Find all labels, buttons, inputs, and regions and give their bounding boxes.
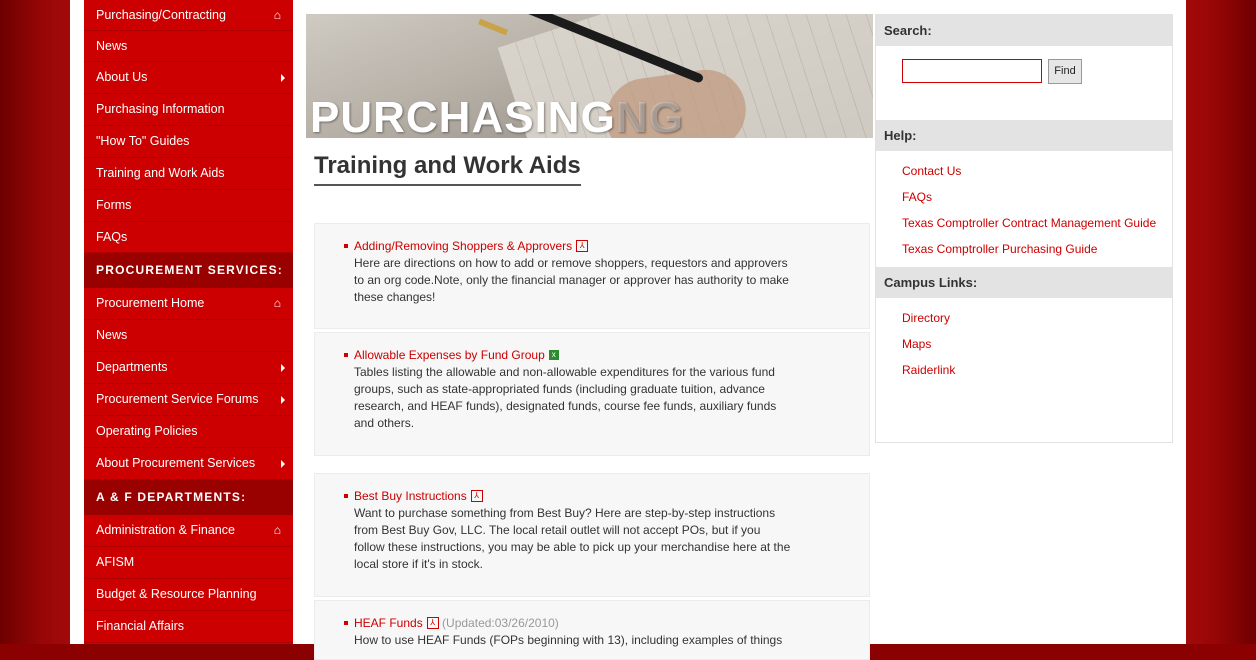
item-title-row: Best Buy Instructions ⅄ xyxy=(344,488,851,505)
sidebar-item-purchasing-contracting[interactable]: Purchasing/Contracting ⌂ xyxy=(84,0,293,31)
sidebar-item-procurement-service-forums[interactable]: Procurement Service Forums xyxy=(84,384,293,416)
sidebar-item-label: About Us xyxy=(96,70,148,84)
pdf-icon[interactable]: ⅄ xyxy=(576,239,589,252)
left-sidebar-nav: Purchasing/Contracting ⌂ News About Us P… xyxy=(84,0,293,644)
help-header: Help: xyxy=(876,120,1172,151)
sidebar-item-training-and-work-aids[interactable]: Training and Work Aids xyxy=(84,158,293,190)
sidebar-item-label: Financial Affairs xyxy=(96,619,185,633)
item-link-allowable-expenses[interactable]: Allowable Expenses by Fund Group xyxy=(354,348,545,362)
page-background-right xyxy=(1186,0,1256,644)
help-links: Contact Us FAQs Texas Comptroller Contra… xyxy=(876,151,1172,267)
item-link-adding-removing-shoppers[interactable]: Adding/Removing Shoppers & Approvers xyxy=(354,239,572,253)
sidebar-item-procurement-news[interactable]: News xyxy=(84,320,293,352)
campus-link-maps[interactable]: Maps xyxy=(876,332,1172,358)
sidebar-item-label: Operating Policies xyxy=(96,424,198,438)
sidebar-item-label: Procurement Service Forums xyxy=(96,392,259,406)
sidebar-item-operating-policies[interactable]: Operating Policies xyxy=(84,416,293,448)
pen-tip-graphic xyxy=(477,18,509,36)
campus-links-header: Campus Links: xyxy=(876,267,1172,298)
item-title-row: Adding/Removing Shoppers & Approvers ⅄ xyxy=(344,238,851,255)
page-title: Training and Work Aids xyxy=(314,152,581,186)
help-link-contact-us[interactable]: Contact Us xyxy=(876,159,1172,185)
home-icon: ⌂ xyxy=(273,296,281,310)
bullet-icon xyxy=(344,352,348,357)
sidebar-item-label: Budget & Resource Planning xyxy=(96,587,257,601)
item-title-row: HEAF Funds ⅄ (Updated:03/26/2010) xyxy=(344,615,851,632)
sidebar-item-label: Administration & Finance xyxy=(96,523,235,537)
help-link-purchasing-guide[interactable]: Texas Comptroller Purchasing Guide xyxy=(876,237,1172,263)
excel-icon[interactable]: x xyxy=(548,349,559,360)
sidebar-item-about-us[interactable]: About Us xyxy=(84,62,293,94)
sidebar-item-label: AFISM xyxy=(96,555,135,569)
sidebar-item-procurement-home[interactable]: Procurement Home ⌂ xyxy=(84,288,293,320)
pdf-icon[interactable]: ⅄ xyxy=(426,616,439,629)
bullet-icon xyxy=(344,243,348,248)
sidebar-item-financial-affairs[interactable]: Financial Affairs xyxy=(84,611,293,643)
home-icon: ⌂ xyxy=(273,8,281,22)
search-area: Find xyxy=(876,46,1172,120)
banner-title: PURCHASINGNG xyxy=(310,93,684,138)
sidebar-item-afism[interactable]: AFISM xyxy=(84,547,293,579)
sidebar-item-label: Purchasing Information xyxy=(96,102,225,116)
sidebar-item-budget-resource-planning[interactable]: Budget & Resource Planning xyxy=(84,579,293,611)
help-link-faqs[interactable]: FAQs xyxy=(876,185,1172,211)
list-item: Allowable Expenses by Fund Group x Tables… xyxy=(314,332,870,456)
sidebar-item-departments[interactable]: Departments xyxy=(84,352,293,384)
sidebar-item-label: FAQs xyxy=(96,230,128,244)
sidebar-item-faqs[interactable]: FAQs xyxy=(84,222,293,253)
sidebar-item-label: News xyxy=(96,39,128,53)
sidebar-item-administration-finance[interactable]: Administration & Finance ⌂ xyxy=(84,515,293,547)
search-find-button[interactable]: Find xyxy=(1048,59,1082,84)
campus-link-raiderlink[interactable]: Raiderlink xyxy=(876,358,1172,384)
sidebar-item-label: Forms xyxy=(96,198,132,212)
sidebar-item-label: Procurement Home xyxy=(96,296,205,310)
sidebar-item-how-to-guides[interactable]: "How To" Guides xyxy=(84,126,293,158)
sidebar-item-label: About Procurement Services xyxy=(96,456,256,470)
item-description: Want to purchase something from Best Buy… xyxy=(354,506,791,571)
sidebar-item-label: Purchasing/Contracting xyxy=(96,8,226,22)
sidebar-item-news[interactable]: News xyxy=(84,31,293,62)
sidebar-header-af-departments: A & F DEPARTMENTS: xyxy=(84,480,293,515)
right-sidebar: Search: Find Help: Contact Us FAQs Texas… xyxy=(875,14,1173,443)
sidebar-item-label: News xyxy=(96,328,128,342)
list-item: Adding/Removing Shoppers & Approvers ⅄ He… xyxy=(314,223,870,329)
home-icon: ⌂ xyxy=(273,523,281,537)
bullet-icon xyxy=(344,493,348,498)
bullet-icon xyxy=(344,620,348,625)
list-item: HEAF Funds ⅄ (Updated:03/26/2010) How to … xyxy=(314,600,870,660)
page-background-left xyxy=(0,0,70,644)
campus-links: Directory Maps Raiderlink xyxy=(876,298,1172,384)
help-link-contract-management-guide[interactable]: Texas Comptroller Contract Management Gu… xyxy=(876,211,1172,237)
sidebar-item-about-procurement-services[interactable]: About Procurement Services xyxy=(84,448,293,480)
item-link-best-buy-instructions[interactable]: Best Buy Instructions xyxy=(354,489,467,503)
sidebar-item-label: "How To" Guides xyxy=(96,134,190,148)
list-item: Best Buy Instructions ⅄ Want to purchase … xyxy=(314,473,870,597)
item-title-row: Allowable Expenses by Fund Group x xyxy=(344,347,851,364)
sidebar-header-procurement-services: PROCUREMENT SERVICES: xyxy=(84,253,293,288)
pdf-icon[interactable]: ⅄ xyxy=(470,489,483,502)
purchasing-banner-image: PURCHASINGNG xyxy=(306,14,873,138)
search-header: Search: xyxy=(876,15,1172,46)
search-input[interactable] xyxy=(902,59,1042,83)
updated-date: (Updated:03/26/2010) xyxy=(442,616,559,630)
page-container: Purchasing/Contracting ⌂ News About Us P… xyxy=(70,0,1186,660)
sidebar-item-label: Departments xyxy=(96,360,168,374)
item-description: Tables listing the allowable and non-all… xyxy=(354,365,777,430)
sidebar-item-purchasing-information[interactable]: Purchasing Information xyxy=(84,94,293,126)
item-link-heaf-funds[interactable]: HEAF Funds xyxy=(354,616,423,630)
campus-link-directory[interactable]: Directory xyxy=(876,306,1172,332)
item-description: How to use HEAF Funds (FOPs beginning wi… xyxy=(354,633,783,647)
sidebar-item-label: Training and Work Aids xyxy=(96,166,225,180)
sidebar-item-forms[interactable]: Forms xyxy=(84,190,293,222)
item-description: Here are directions on how to add or rem… xyxy=(354,256,789,304)
